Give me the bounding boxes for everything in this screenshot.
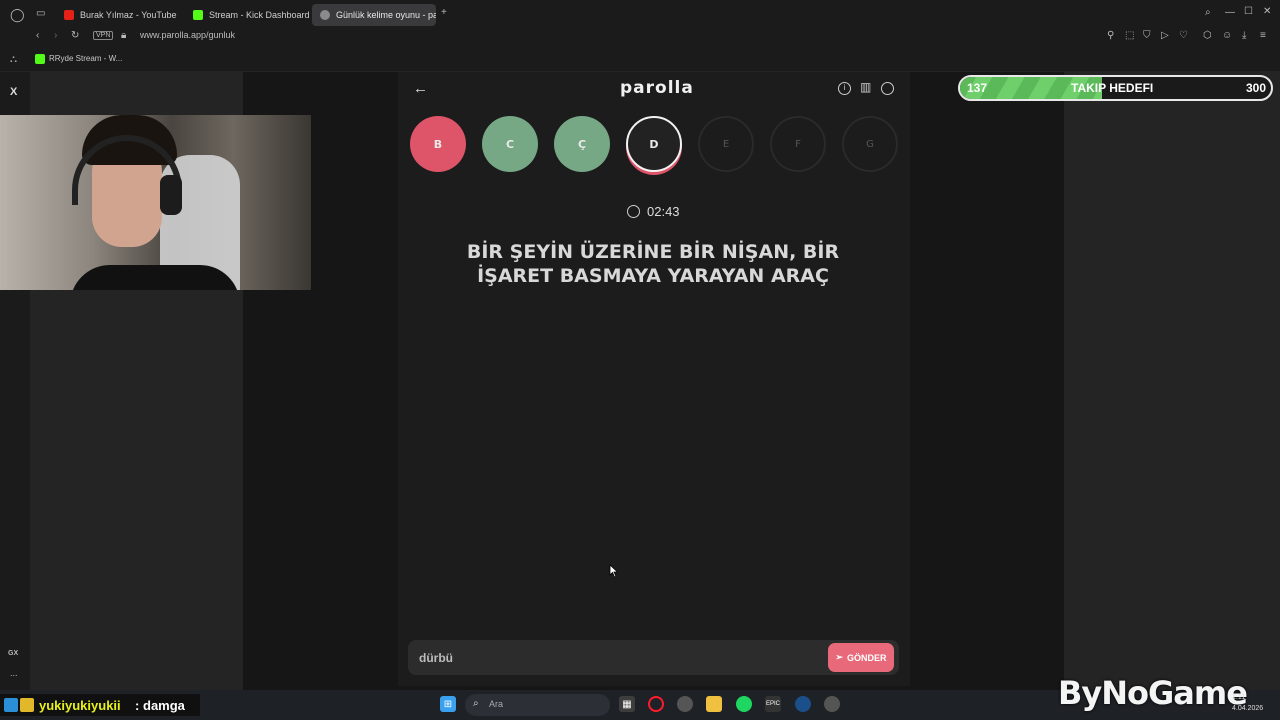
clock-time: 1:11 — [1232, 694, 1246, 701]
question-line-1: BİR ŞEYİN ÜZERİNE BİR NİŞAN, BİR — [466, 241, 840, 263]
address-bar: ‹ › ↻ VPN 🔒︎ www.parolla.app/gunluk ⚲ ⬚ … — [0, 28, 1280, 46]
profile-icon[interactable] — [881, 82, 894, 95]
search-placeholder: Ara — [489, 699, 504, 709]
snapshot-icon[interactable]: ⬚ — [1125, 30, 1134, 41]
file-explorer-icon[interactable] — [706, 696, 722, 712]
letter-circle-f: F — [770, 116, 826, 172]
bookmark-item[interactable]: RRyde Stream - W... — [49, 54, 122, 63]
obs-second-icon[interactable] — [824, 696, 840, 712]
webcam-overlay — [0, 115, 311, 290]
x-twitter-icon[interactable]: X — [10, 86, 17, 98]
letter-label: C — [505, 137, 515, 151]
chat-separator: : — [135, 698, 140, 713]
vpn-badge[interactable]: VPN — [93, 31, 114, 40]
follower-goal-bar: 137 TAKIP HEDEFI 300 — [958, 75, 1273, 101]
epic-games-icon[interactable]: EPIC — [765, 696, 781, 712]
browser-tab-bar: ◯ ▭ Burak Yılmaz - YouTube Stream - Kick… — [0, 0, 1280, 28]
bynogame-watermark: ByNoGame — [1058, 674, 1248, 712]
letter-circle-d-current: D — [626, 116, 682, 172]
obs-icon[interactable] — [677, 696, 693, 712]
tab-title: Stream - Kick Dashboard — [209, 10, 309, 20]
clock-date: 4.04.2026 — [1232, 705, 1264, 712]
send-icon: ➢ — [835, 652, 844, 662]
chat-overlay: yukiyukiyukii : damga — [0, 694, 200, 716]
goal-label: TAKIP HEDEFI — [1071, 81, 1154, 95]
new-tab-icon[interactable]: + — [441, 7, 447, 18]
shield-icon[interactable]: ⛉ — [1143, 30, 1151, 41]
answer-input[interactable]: dürbü — [408, 640, 899, 675]
letter-label: B — [433, 137, 443, 151]
letter-label: Ç — [577, 137, 587, 151]
back-arrow-icon[interactable]: ← — [413, 80, 428, 97]
clock-icon — [627, 205, 640, 218]
opera-gx-icon[interactable] — [648, 696, 664, 712]
letter-circle-c-cedilla: Ç — [554, 116, 610, 172]
answer-value: dürbü — [419, 651, 453, 665]
play-icon[interactable]: ▷ — [1161, 30, 1169, 41]
download-icon[interactable]: ⤓ — [1242, 30, 1246, 41]
minimize-icon[interactable]: — — [1225, 7, 1235, 18]
stats-icon[interactable]: ▥ — [860, 80, 871, 94]
tab-parolla[interactable]: Günlük kelime oyunu - pa — [312, 4, 436, 26]
tab-kick[interactable]: Stream - Kick Dashboard — [185, 4, 309, 26]
opera-logo-icon[interactable]: ◯ — [10, 7, 25, 23]
question-line-2: İŞARET BASMAYA YARAYAN ARAÇ — [477, 265, 829, 287]
gx-icon[interactable]: GX — [8, 650, 18, 657]
youtube-icon — [64, 10, 74, 20]
parolla-favicon-icon — [320, 10, 330, 20]
letter-label: G — [866, 138, 874, 150]
extensions-icon[interactable]: ⬡ — [1203, 30, 1212, 41]
send-label: GÖNDER — [847, 652, 887, 663]
tab-title: Burak Yılmaz - YouTube — [80, 10, 177, 20]
kick-icon — [193, 10, 203, 20]
letter-label: E — [722, 138, 730, 150]
letter-circle-g: G — [842, 116, 898, 172]
send-button[interactable]: ➢ GÖNDER — [828, 643, 894, 672]
task-view-icon[interactable]: ▦ — [619, 696, 635, 712]
parolla-logo: parolla — [620, 78, 694, 98]
tab-title: Günlük kelime oyunu - pa — [336, 10, 436, 20]
reload-icon[interactable]: ↻ — [71, 30, 79, 41]
aria-icon[interactable]: ⛬ — [10, 54, 17, 65]
menu-icon[interactable]: ≡ — [1260, 30, 1266, 41]
chat-username: yukiyukiyukii — [39, 698, 121, 713]
profile-icon[interactable]: ☺ — [1222, 30, 1232, 41]
letter-circle-e: E — [698, 116, 754, 172]
question-text: BİR ŞEYİN ÜZERİNE BİR NİŞAN, BİR İŞARET … — [430, 240, 876, 288]
search-icon: ⌕ — [473, 698, 479, 709]
letter-circle-c: C — [482, 116, 538, 172]
close-icon[interactable]: ✕ — [1263, 6, 1271, 17]
kick-icon — [35, 54, 45, 64]
sub-badge-icon — [20, 698, 34, 712]
tab-overview-icon[interactable]: ▭ — [36, 8, 45, 19]
info-icon[interactable]: i — [838, 82, 851, 95]
mouse-cursor-icon — [609, 564, 619, 578]
maximize-icon[interactable]: ☐ — [1244, 6, 1253, 17]
spotify-icon[interactable] — [736, 696, 752, 712]
user-badge-icon — [4, 698, 18, 712]
right-panel — [1064, 72, 1280, 690]
more-icon[interactable]: ... — [10, 668, 18, 678]
letter-label: F — [795, 138, 801, 150]
bookmarks-bar: RRyde Stream - W... — [0, 46, 1280, 72]
letter-label: D — [649, 137, 659, 151]
timer: 02:43 — [647, 204, 680, 219]
goal-target: 300 — [1245, 81, 1266, 95]
goal-current: 137 — [967, 81, 988, 95]
forward-icon[interactable]: › — [54, 30, 57, 41]
heart-icon[interactable]: ♡ — [1179, 30, 1188, 41]
search-icon[interactable]: ⌕ — [1205, 7, 1211, 18]
url-field[interactable]: www.parolla.app/gunluk — [140, 30, 235, 40]
windows-start-icon[interactable]: ⊞ — [440, 696, 456, 712]
tab-youtube[interactable]: Burak Yılmaz - YouTube — [56, 4, 180, 26]
pin-icon[interactable]: ⚲ — [1107, 30, 1114, 41]
taskbar-search[interactable]: ⌕ Ara — [465, 694, 610, 716]
steam-icon[interactable] — [795, 696, 811, 712]
lock-icon: 🔒︎ — [121, 30, 127, 41]
letter-circle-b: B — [410, 116, 466, 172]
back-icon[interactable]: ‹ — [36, 30, 39, 41]
chat-message: damga — [143, 698, 185, 713]
